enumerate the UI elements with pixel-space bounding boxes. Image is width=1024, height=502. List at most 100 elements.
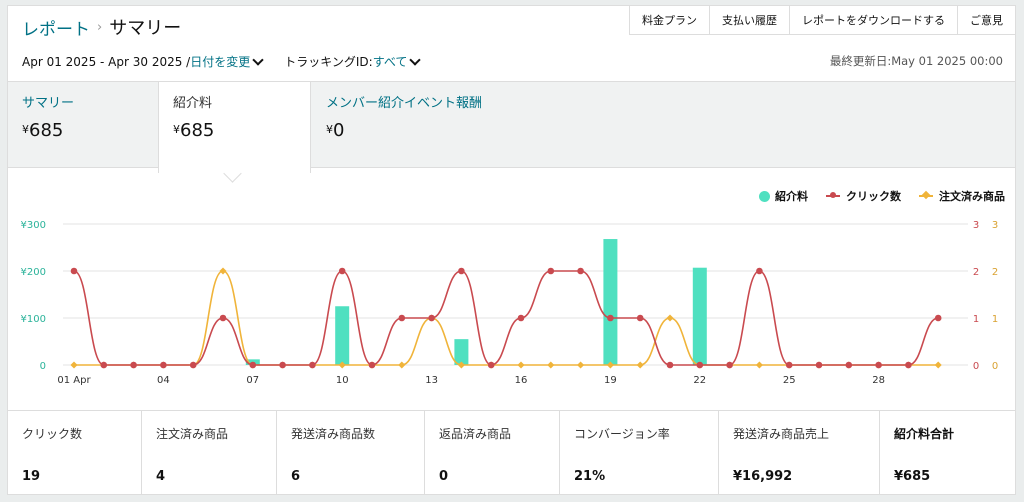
x-axis-tick: 16 — [515, 375, 528, 386]
point-clicks — [547, 267, 555, 275]
y-axis-right-clicks-tick: 3 — [973, 220, 979, 231]
breadcrumb-reports-link[interactable]: レポート — [22, 15, 90, 40]
chart-area: 紹介料 クリック数 注文済み商品 ¥300 ¥200 ¥100 0 3 2 1 0 3 2 1 0 01… — [8, 168, 1015, 410]
tracking-id-dropdown[interactable]: すべて — [373, 53, 408, 70]
x-axis-tick: 04 — [157, 375, 170, 386]
chevron-down-icon[interactable] — [409, 53, 422, 66]
chevron-down-icon[interactable] — [252, 53, 264, 66]
stat-value: ¥685 — [894, 469, 931, 484]
point-orders — [666, 314, 674, 322]
point-clicks — [368, 361, 376, 369]
point-clicks — [815, 361, 823, 369]
point-clicks — [607, 314, 614, 322]
x-axis-tick: 07 — [246, 375, 259, 386]
stat-value: 0 — [439, 469, 449, 484]
point-orders — [636, 361, 644, 369]
tracking-id-label: トラッキングID: — [284, 55, 373, 69]
feedback-button[interactable]: ご意見 — [957, 6, 1015, 35]
stat-label: 発送済み商品数 — [291, 427, 376, 441]
x-axis-tick: 10 — [336, 375, 349, 386]
tab-referral-fee[interactable]: 紹介料 ¥685 — [158, 82, 311, 183]
stat-returned-items: 返品済み商品 0 — [425, 411, 560, 495]
point-clicks — [219, 314, 227, 322]
point-clicks — [189, 361, 197, 369]
y-axis-right-orders-tick: 1 — [992, 314, 998, 325]
y-axis-left-tick: 0 — [40, 361, 46, 372]
point-clicks — [875, 361, 882, 369]
stat-value: 19 — [22, 469, 41, 484]
point-clicks — [756, 267, 763, 275]
date-range-text: Apr 01 2025 - Apr 30 2025 / — [22, 54, 191, 69]
legend-item-clicks[interactable]: クリック数 — [826, 188, 901, 204]
tab-value: ¥0 — [326, 120, 345, 141]
point-orders — [517, 361, 525, 369]
x-axis-tick: 13 — [425, 375, 438, 386]
tab-member-event-reward[interactable]: メンバー紹介イベント報酬 ¥0 — [312, 82, 532, 167]
point-clicks — [905, 361, 912, 369]
point-clicks — [279, 361, 286, 369]
y-axis-left-tick: ¥200 — [21, 267, 46, 278]
y-axis-right-clicks-tick: 0 — [973, 361, 979, 372]
point-clicks — [487, 361, 495, 369]
point-clicks — [338, 267, 346, 275]
bar-fee — [454, 339, 469, 365]
y-axis-left-tick: ¥100 — [21, 314, 46, 325]
point-clicks — [428, 314, 435, 322]
point-clicks — [934, 314, 942, 322]
point-clicks — [726, 361, 733, 369]
stats-row: クリック数 19 注文済み商品 4 発送済み商品数 6 返品済み商品 0 コンバ… — [8, 410, 1015, 495]
chart-legend: 紹介料 クリック数 注文済み商品 — [741, 188, 1005, 204]
tab-summary[interactable]: サマリー ¥685 — [8, 82, 158, 167]
breadcrumb: レポート › サマリー — [22, 14, 181, 40]
point-clicks — [577, 267, 584, 275]
stat-label: クリック数 — [22, 427, 83, 441]
point-clicks — [100, 361, 108, 369]
payment-history-button[interactable]: 支払い履歴 — [709, 6, 789, 35]
legend-swatch-clicks — [826, 192, 840, 198]
point-orders — [547, 361, 555, 369]
legend-item-orders[interactable]: 注文済み商品 — [919, 188, 1005, 204]
tab-label: メンバー紹介イベント報酬 — [326, 96, 483, 111]
x-axis-tick: 25 — [783, 375, 796, 386]
stat-conversion-rate: コンバージョン率 21% — [560, 411, 719, 495]
x-axis-tick: 22 — [693, 375, 706, 386]
stat-value: 21% — [574, 469, 606, 484]
x-axis-tick: 01 Apr — [57, 375, 91, 386]
pricing-plan-button[interactable]: 料金プラン — [629, 6, 709, 35]
point-clicks — [785, 361, 793, 369]
last-updated-text: 最終更新日:May 01 2025 00:00 — [829, 54, 1003, 68]
page-title: サマリー — [109, 18, 182, 39]
stat-label: 紹介料合計 — [894, 427, 955, 441]
point-orders — [934, 361, 942, 369]
tab-value: ¥685 — [22, 120, 64, 141]
tab-label: サマリー — [22, 96, 75, 111]
legend-label: 注文済み商品 — [939, 190, 1005, 203]
point-clicks — [517, 314, 525, 322]
y-axis-right-orders-tick: 3 — [992, 220, 998, 231]
bar-fee — [692, 267, 707, 365]
point-clicks — [458, 267, 465, 275]
stat-shipped-sales: 発送済み商品売上 ¥16,992 — [719, 411, 880, 495]
x-axis-tick: 19 — [604, 375, 617, 386]
stat-value: ¥16,992 — [733, 469, 793, 484]
point-clicks — [130, 361, 137, 369]
y-axis-right-orders-tick: 2 — [992, 267, 998, 278]
y-axis-left-tick: ¥300 — [21, 220, 46, 231]
legend-item-fee[interactable]: 紹介料 — [759, 188, 808, 204]
download-report-button[interactable]: レポートをダウンロードする — [789, 6, 957, 35]
report-panel: レポート › サマリー 料金プラン 支払い履歴 レポートをダウンロードする ご意… — [7, 5, 1016, 495]
legend-label: クリック数 — [846, 190, 901, 203]
y-axis-right-orders-tick: 0 — [992, 361, 998, 372]
point-clicks — [249, 361, 257, 369]
point-clicks — [70, 267, 78, 275]
stat-shipped-items: 発送済み商品数 6 — [277, 411, 425, 495]
top-button-group: 料金プラン 支払い履歴 レポートをダウンロードする ご意見 — [629, 6, 1015, 35]
y-axis-right-clicks-tick: 1 — [973, 314, 979, 325]
stat-label: 注文済み商品 — [156, 427, 229, 441]
tab-label: 紹介料 — [173, 96, 213, 111]
point-clicks — [636, 314, 644, 322]
point-clicks — [398, 314, 406, 322]
point-orders — [219, 267, 227, 275]
change-date-dropdown[interactable]: 日付を変更 — [190, 53, 250, 70]
stat-label: 返品済み商品 — [439, 427, 512, 441]
